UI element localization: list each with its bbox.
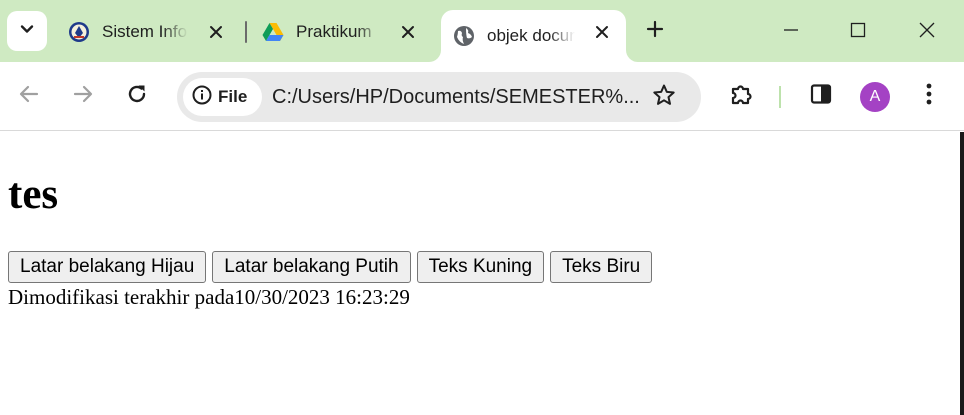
- tab-strip: Sistem Informasi Praktikum objek docum: [0, 0, 964, 62]
- back-button[interactable]: [15, 82, 43, 110]
- arrow-left-icon: [18, 83, 40, 110]
- close-icon[interactable]: [206, 22, 226, 42]
- close-window-button[interactable]: [909, 14, 945, 50]
- minimize-button[interactable]: [773, 14, 809, 50]
- star-icon: [652, 83, 676, 112]
- tab-objek-document[interactable]: objek document: [441, 10, 626, 62]
- site-info-chip[interactable]: File: [183, 78, 262, 116]
- last-modified-label: Dimodifikasi terakhir pada: [8, 285, 235, 309]
- tab-title: Praktikum: [296, 22, 372, 41]
- address-bar[interactable]: File C:/Users/HP/Documents/SEMESTER%...: [177, 72, 701, 122]
- tab-title: Sistem Informasi: [102, 22, 188, 41]
- url-text[interactable]: C:/Users/HP/Documents/SEMESTER%...: [272, 86, 640, 109]
- arrow-right-icon: [72, 83, 94, 110]
- maximize-button[interactable]: [840, 14, 876, 50]
- browser-toolbar: File C:/Users/HP/Documents/SEMESTER%... …: [0, 62, 964, 131]
- close-icon[interactable]: [398, 22, 418, 42]
- page-content: tes Latar belakang Hijau Latar belakang …: [0, 132, 960, 415]
- close-icon[interactable]: [592, 22, 612, 42]
- site-info-label: File: [218, 87, 248, 106]
- extensions-button[interactable]: [727, 82, 755, 110]
- maximize-icon: [850, 22, 866, 43]
- window-edge: [960, 132, 964, 415]
- green-background-button[interactable]: Latar belakang Hijau: [8, 251, 207, 283]
- reload-button[interactable]: [123, 82, 151, 110]
- reload-icon: [126, 83, 148, 110]
- globe-icon: [453, 25, 475, 47]
- puzzle-icon: [729, 82, 753, 111]
- side-panel-button[interactable]: [807, 82, 835, 110]
- tab-title: objek document: [487, 26, 575, 45]
- plus-icon: [646, 20, 664, 43]
- side-panel-icon: [810, 83, 832, 110]
- yellow-text-button[interactable]: Teks Kuning: [416, 251, 545, 283]
- university-seal-icon: [68, 21, 90, 43]
- tab-search-button[interactable]: [7, 11, 47, 51]
- minimize-icon: [783, 22, 799, 43]
- button-row: Latar belakang Hijau Latar belakang Puti…: [8, 251, 653, 283]
- last-modified-text: Dimodifikasi terakhir pada10/30/2023 16:…: [8, 285, 410, 310]
- last-modified-value: 10/30/2023 16:23:29: [234, 285, 410, 309]
- more-vert-icon: [925, 82, 933, 111]
- close-icon: [919, 22, 935, 43]
- blue-text-button[interactable]: Teks Biru: [550, 251, 653, 283]
- bookmark-button[interactable]: [651, 84, 677, 110]
- chevron-down-icon: [19, 21, 35, 42]
- google-drive-icon: [262, 21, 284, 43]
- page-heading: tes: [8, 171, 59, 218]
- menu-button[interactable]: [915, 82, 943, 110]
- forward-button[interactable]: [69, 82, 97, 110]
- info-icon: [192, 85, 212, 110]
- new-tab-button[interactable]: [641, 17, 669, 45]
- tab-sistem-informasi[interactable]: Sistem Informasi: [60, 10, 240, 54]
- white-background-button[interactable]: Latar belakang Putih: [212, 251, 411, 283]
- profile-avatar[interactable]: A: [860, 82, 890, 112]
- tab-praktikum[interactable]: Praktikum: [254, 10, 432, 54]
- tab-separator: [245, 21, 247, 43]
- toolbar-divider: [779, 86, 781, 108]
